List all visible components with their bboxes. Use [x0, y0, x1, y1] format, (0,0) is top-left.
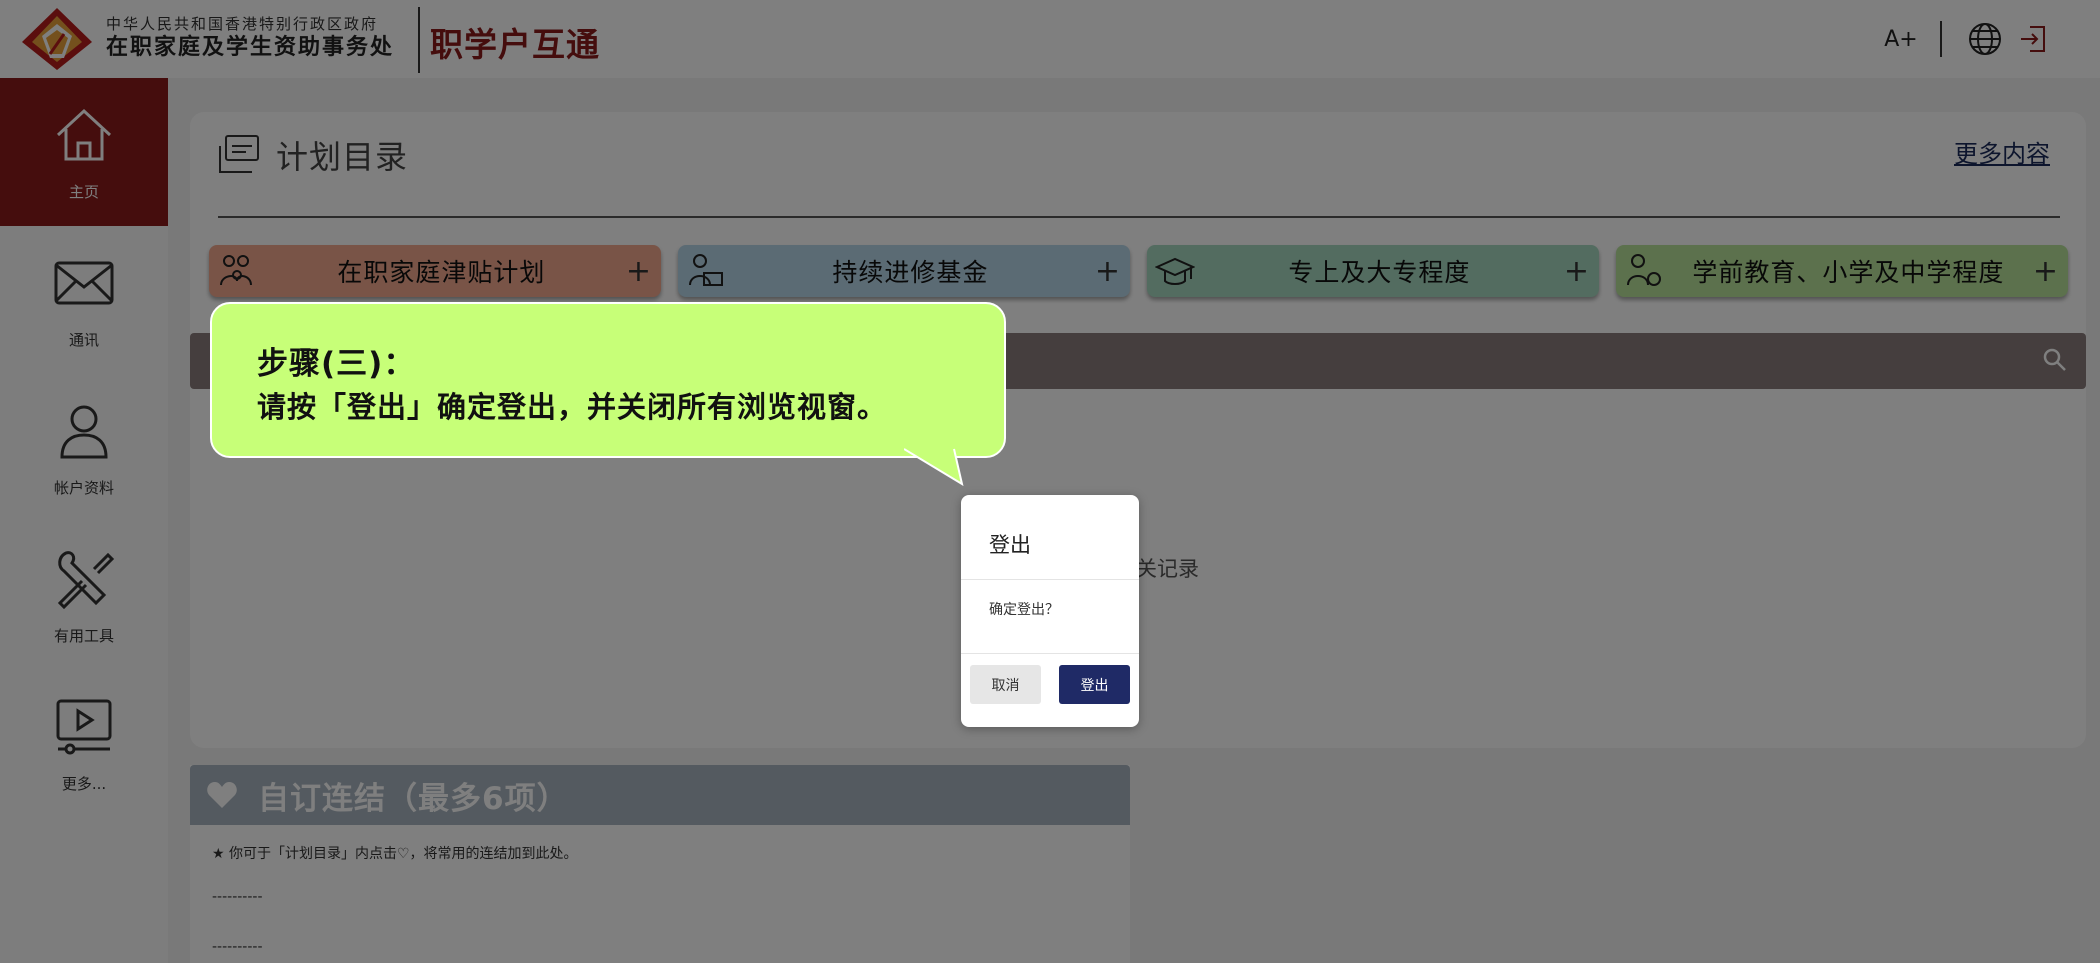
tutorial-callout: 步骤(三)： 请按「登出」确定登出，并关闭所有浏览视窗。 [210, 302, 1006, 458]
dialog-divider [961, 579, 1139, 580]
cancel-button[interactable]: 取消 [970, 665, 1041, 704]
callout-step-title: 步骤(三)： [257, 346, 416, 382]
dialog-divider [961, 653, 1139, 654]
modal-overlay[interactable] [0, 0, 2100, 963]
dialog-title: 登出 [989, 533, 1031, 557]
callout-instruction: 请按「登出」确定登出，并关闭所有浏览视窗。 [257, 390, 888, 424]
logout-dialog: 登出 确定登出？ 取消 登出 [961, 495, 1139, 727]
confirm-logout-button[interactable]: 登出 [1059, 665, 1130, 704]
callout-pointer [904, 448, 964, 486]
dialog-message: 确定登出？ [989, 602, 1059, 618]
